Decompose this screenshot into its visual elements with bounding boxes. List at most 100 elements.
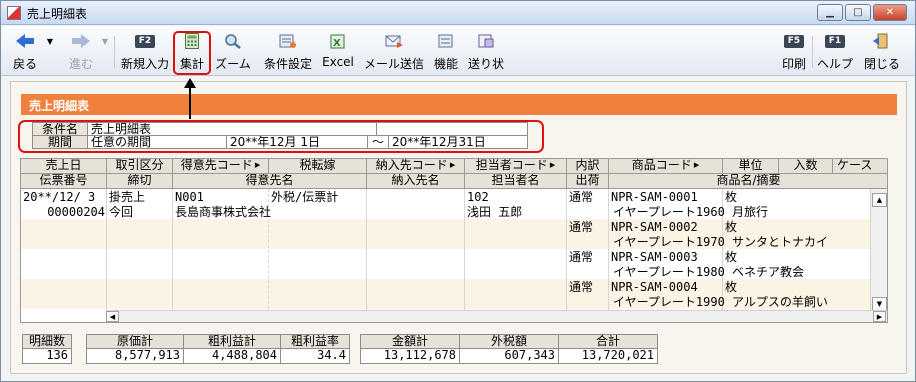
total-cost-label: 原価計 <box>86 334 184 349</box>
col-header-delivery-code[interactable]: 納入先コード ▶ <box>367 159 465 174</box>
col-header-case[interactable]: ケース <box>833 159 887 174</box>
cell-unit[interactable]: 枚 <box>725 280 777 295</box>
total-profit-label: 粗利益計 <box>183 334 281 349</box>
col-header-product-code[interactable]: 商品コード ▶ <box>609 159 723 174</box>
cell-product-name[interactable]: イヤープレート1960 月旅行 <box>613 205 869 220</box>
col-header-delivery-name[interactable]: 納入先名 <box>367 174 465 189</box>
cell-customer-code[interactable]: N001 <box>175 190 267 205</box>
print-button[interactable]: F5 印刷 <box>780 30 808 74</box>
cell-product-name[interactable]: イヤープレート1970 サンタとトナカイ <box>613 235 869 250</box>
annotation-arrow <box>189 86 191 119</box>
forward-label: 進む <box>68 57 93 71</box>
vertical-scrollbar[interactable]: ▲ ▼ <box>870 189 887 313</box>
cell-staff-code[interactable]: 102 <box>467 190 565 205</box>
col-header-unit[interactable]: 単位 <box>723 159 779 174</box>
back-button[interactable]: 戻る <box>7 30 43 74</box>
totals-amount-group: 金額計 13,112,678 外税額 607,343 合計 13,720,021 <box>360 334 658 364</box>
cell-slip-no[interactable]: 00000204 <box>23 205 105 220</box>
maximize-button[interactable]: □ <box>845 4 871 21</box>
col-header-staff-name[interactable]: 担当者名 <box>465 174 567 189</box>
forward-history-dropdown[interactable]: ▼ <box>100 30 110 74</box>
help-button[interactable]: F1 ヘルプ <box>814 30 856 74</box>
col-header-shipping[interactable]: 出荷 <box>567 174 609 189</box>
new-entry-button[interactable]: F2 新規入力 <box>119 30 171 74</box>
cell-breakdown[interactable]: 通常 <box>569 220 607 235</box>
horizontal-scrollbar[interactable]: ◀ ▶ <box>106 310 887 322</box>
condition-settings-button[interactable]: 条件設定 <box>260 30 316 74</box>
scroll-right-button[interactable]: ▶ <box>873 311 886 322</box>
cell-unit[interactable]: 枚 <box>725 250 777 265</box>
sales-detail-grid[interactable]: 売上日 取引区分 得意先コード ▶ 税転嫁 納入先コード ▶ 担当者コード ▶ 内訳 … <box>20 158 888 323</box>
minimize-button[interactable]: ▁ <box>817 4 843 21</box>
col-header-trade-type[interactable]: 取引区分 <box>107 159 173 174</box>
cell-product-code[interactable]: NPR-SAM-0001 <box>611 190 721 205</box>
dropdown-triangle-icon: ▼ <box>46 36 54 46</box>
new-entry-label: 新規入力 <box>120 57 169 71</box>
cell-unit[interactable]: 枚 <box>725 190 777 205</box>
cell-product-code[interactable]: NPR-SAM-0004 <box>611 280 721 295</box>
col-header-product-name[interactable]: 商品名/摘要 <box>609 174 887 189</box>
section-title: 売上明細表 <box>21 94 897 115</box>
total-amount-value: 13,112,678 <box>360 349 460 364</box>
cell-customer-name[interactable]: 長島商事株式会社 <box>175 205 365 220</box>
forward-button[interactable]: 進む <box>63 30 99 74</box>
condition-highlight <box>18 120 544 153</box>
function-icon <box>436 32 456 50</box>
col-header-tax[interactable]: 税転嫁 <box>269 159 367 174</box>
toolbar-separator <box>114 36 115 68</box>
cell-breakdown[interactable]: 通常 <box>569 250 607 265</box>
total-count: 明細数 136 <box>22 334 72 364</box>
zoom-button[interactable]: ズーム <box>213 30 253 74</box>
mail-icon <box>384 32 404 50</box>
grand-total: 合計 13,720,021 <box>558 334 658 364</box>
scroll-down-button[interactable]: ▼ <box>872 297 887 311</box>
cell-sales-date[interactable]: 20**/12/ 3 <box>23 190 105 205</box>
invoice-button[interactable]: 送り状 <box>465 30 507 74</box>
col-header-customer-code[interactable]: 得意先コード ▶ <box>173 159 269 174</box>
cell-trade-type[interactable]: 掛売上 <box>109 190 171 205</box>
invoice-icon <box>476 32 496 50</box>
toolbar-separator <box>812 36 813 68</box>
scroll-left-button[interactable]: ◀ <box>106 311 119 322</box>
col-header-sales-date[interactable]: 売上日 <box>21 159 107 174</box>
close-button[interactable]: 閉じる <box>861 30 903 74</box>
totals-profit-group: 原価計 8,577,913 粗利益計 4,488,804 粗利益率 34.4 <box>86 334 350 364</box>
expand-triangle-icon: ▶ <box>549 161 556 169</box>
col-header-customer-name[interactable]: 得意先名 <box>173 174 367 189</box>
cell-product-code[interactable]: NPR-SAM-0002 <box>611 220 721 235</box>
f1-key-label: F1 <box>825 34 845 48</box>
function-button[interactable]: 機能 <box>431 30 461 74</box>
cell-product-code[interactable]: NPR-SAM-0003 <box>611 250 721 265</box>
expand-triangle-icon: ▶ <box>449 161 456 169</box>
cell-closing[interactable]: 今回 <box>109 205 171 220</box>
cell-breakdown[interactable]: 通常 <box>569 280 607 295</box>
total-amount-label: 金額計 <box>360 334 460 349</box>
col-header-breakdown[interactable]: 内訳 <box>567 159 609 174</box>
cell-product-name[interactable]: イヤープレート1980 ベネチア教会 <box>613 265 869 280</box>
total-tax-value: 607,343 <box>459 349 559 364</box>
close-window-button[interactable]: ✕ <box>873 4 907 21</box>
window-controls: ▁ □ ✕ <box>817 4 907 21</box>
col-header-closing[interactable]: 締切 <box>107 174 173 189</box>
toolbar: 戻る ▼ 進む ▼ F2 新規入力 集計 ズーム 条件設定 X Excel メー… <box>1 26 915 76</box>
total-count-value: 136 <box>22 349 72 364</box>
cell-tax[interactable]: 外税/伝票計 <box>271 190 365 205</box>
scroll-up-button[interactable]: ▲ <box>872 193 887 207</box>
excel-button[interactable]: X Excel <box>320 30 356 74</box>
grid-line <box>464 189 465 311</box>
f2-key-label: F2 <box>135 34 155 48</box>
send-mail-button[interactable]: メール送信 <box>361 30 427 74</box>
zoom-label: ズーム <box>215 57 251 71</box>
cell-unit[interactable]: 枚 <box>725 220 777 235</box>
col-header-product-code-label: 商品コード <box>631 159 692 172</box>
total-count-label: 明細数 <box>22 334 72 349</box>
cell-product-name[interactable]: イヤープレート1990 アルプスの羊飼い <box>613 295 869 310</box>
cell-breakdown[interactable]: 通常 <box>569 190 607 205</box>
cell-staff-name[interactable]: 浅田 五郎 <box>467 205 565 220</box>
col-header-slip-no[interactable]: 伝票番号 <box>21 174 107 189</box>
condition-settings-label: 条件設定 <box>263 57 312 71</box>
col-header-quantity[interactable]: 入数 <box>779 159 833 174</box>
close-icon: ✕ <box>885 7 895 18</box>
back-history-dropdown[interactable]: ▼ <box>45 30 55 74</box>
col-header-staff-code[interactable]: 担当者コード ▶ <box>465 159 567 174</box>
